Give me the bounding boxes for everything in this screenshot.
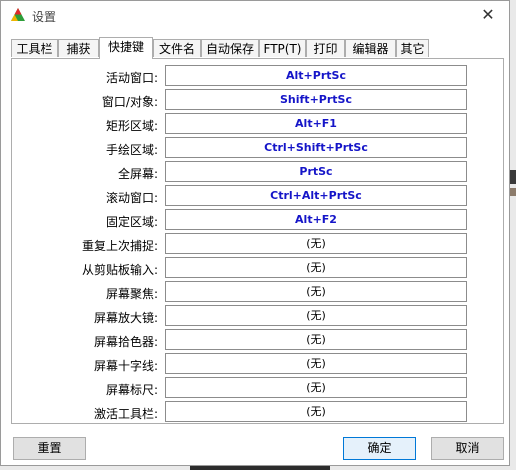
hotkey-field[interactable]: (无) <box>165 257 467 278</box>
hotkey-label: 活动窗口: <box>105 71 158 85</box>
hotkey-row: 固定区域: Alt+F2 <box>12 209 503 231</box>
tab-editor[interactable]: 编辑器 <box>345 39 396 57</box>
hotkey-field[interactable]: (无) <box>165 281 467 302</box>
close-icon[interactable]: ✕ <box>477 5 499 25</box>
hotkey-row: 窗口/对象: Shift+PrtSc <box>12 89 503 111</box>
hotkeys-panel: 活动窗口: Alt+PrtSc 窗口/对象: Shift+PrtSc 矩形区域:… <box>11 58 504 424</box>
hotkey-label: 窗口/对象: <box>101 95 158 109</box>
hotkey-label: 屏幕聚焦: <box>105 287 158 301</box>
hotkey-field[interactable]: (无) <box>165 329 467 350</box>
hotkey-field[interactable]: (无) <box>165 233 467 254</box>
cancel-button[interactable]: 取消 <box>431 437 504 460</box>
hotkey-label: 矩形区域: <box>105 119 158 133</box>
ok-button[interactable]: 确定 <box>343 437 416 460</box>
background-window-edge <box>510 170 516 184</box>
tab-other[interactable]: 其它 <box>396 39 429 57</box>
hotkey-row: 全屏幕: PrtSc <box>12 161 503 183</box>
reset-button[interactable]: 重置 <box>13 437 86 460</box>
hotkey-row: 矩形区域: Alt+F1 <box>12 113 503 135</box>
title-bar: 设置 ✕ <box>1 1 509 31</box>
hotkey-row: 手绘区域: Ctrl+Shift+PrtSc <box>12 137 503 159</box>
tab-autosave[interactable]: 自动保存 <box>201 39 259 57</box>
hotkey-label: 全屏幕: <box>117 167 158 181</box>
tab-print[interactable]: 打印 <box>306 39 345 57</box>
hotkey-row: 屏幕拾色器: (无) <box>12 329 503 351</box>
hotkey-field[interactable]: Shift+PrtSc <box>165 89 467 110</box>
tab-toolbar[interactable]: 工具栏 <box>11 39 58 57</box>
hotkey-label: 重复上次捕捉: <box>81 239 158 253</box>
hotkey-field[interactable]: (无) <box>165 377 467 398</box>
hotkey-label: 激活工具栏: <box>93 407 158 421</box>
hotkey-field[interactable]: Alt+F2 <box>165 209 467 230</box>
window-title: 设置 <box>32 10 57 24</box>
hotkey-label: 从剪贴板输入: <box>81 263 158 277</box>
hotkey-row: 重复上次捕捉: (无) <box>12 233 503 255</box>
hotkey-field[interactable]: PrtSc <box>165 161 467 182</box>
hotkey-label: 屏幕标尺: <box>105 383 158 397</box>
tab-capture[interactable]: 捕获 <box>58 39 99 57</box>
hotkey-label: 屏幕放大镜: <box>93 311 158 325</box>
hotkey-row: 激活工具栏: (无) <box>12 401 503 423</box>
hotkey-field[interactable]: (无) <box>165 353 467 374</box>
hotkey-field[interactable]: (无) <box>165 305 467 326</box>
hotkey-field[interactable]: Alt+PrtSc <box>165 65 467 86</box>
hotkey-row: 屏幕标尺: (无) <box>12 377 503 399</box>
hotkey-field[interactable]: Alt+F1 <box>165 113 467 134</box>
tab-hotkeys[interactable]: 快捷键 <box>99 37 153 59</box>
hotkey-row: 活动窗口: Alt+PrtSc <box>12 65 503 87</box>
hotkey-label: 滚动窗口: <box>105 191 158 205</box>
hotkey-field[interactable]: (无) <box>165 401 467 422</box>
hotkey-row: 屏幕十字线: (无) <box>12 353 503 375</box>
hotkey-row: 从剪贴板输入: (无) <box>12 257 503 279</box>
hotkey-row: 屏幕聚焦: (无) <box>12 281 503 303</box>
tab-ftp[interactable]: FTP(T) <box>259 39 306 57</box>
background-window-edge-lower <box>510 188 516 196</box>
hotkey-row: 滚动窗口: Ctrl+Alt+PrtSc <box>12 185 503 207</box>
hotkey-label: 屏幕十字线: <box>93 359 158 373</box>
app-icon <box>11 8 25 21</box>
hotkey-label: 手绘区域: <box>105 143 158 157</box>
hotkey-label: 固定区域: <box>105 215 158 229</box>
hotkey-field[interactable]: Ctrl+Alt+PrtSc <box>165 185 467 206</box>
tab-filename[interactable]: 文件名 <box>153 39 201 57</box>
settings-dialog: 设置 ✕ 工具栏 捕获 快捷键 文件名 自动保存 FTP(T) 打印 编辑器 其… <box>0 0 510 466</box>
hotkey-label: 屏幕拾色器: <box>93 335 158 349</box>
hotkey-row: 屏幕放大镜: (无) <box>12 305 503 327</box>
hotkey-field[interactable]: Ctrl+Shift+PrtSc <box>165 137 467 158</box>
